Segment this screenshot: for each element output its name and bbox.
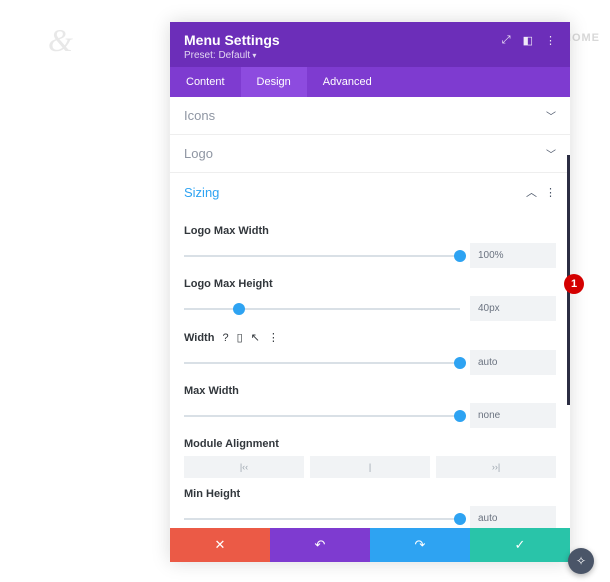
field-max-width: Max Width none	[184, 385, 556, 428]
value-logo-max-width[interactable]: 100%	[470, 243, 556, 268]
more-icon[interactable]: ⋮	[545, 34, 556, 47]
section-more-icon[interactable]: ⋮	[545, 186, 556, 199]
align-left-button[interactable]: |‹‹	[184, 456, 304, 478]
slider-width[interactable]	[184, 362, 460, 364]
settings-wrench-icon[interactable]: ✧	[568, 548, 594, 574]
field-min-height: Min Height auto	[184, 488, 556, 528]
label-width: Width ? ▯ ↖ ⋮	[184, 331, 556, 344]
value-min-height[interactable]: auto	[470, 506, 556, 528]
chevron-down-icon: ﹀	[546, 108, 556, 123]
slider-max-width[interactable]	[184, 415, 460, 417]
section-sizing[interactable]: Sizing ︿ ⋮	[170, 173, 570, 211]
slider-min-height[interactable]	[184, 518, 460, 520]
tab-content[interactable]: Content	[170, 67, 241, 97]
value-max-width[interactable]: none	[470, 403, 556, 428]
chevron-up-icon: ︿	[526, 184, 537, 200]
undo-button[interactable]: ↶	[270, 528, 370, 562]
slider-logo-max-height[interactable]	[184, 308, 460, 310]
tabs: Content Design Advanced	[170, 67, 570, 97]
hover-icon[interactable]: ↖	[251, 331, 260, 344]
label-max-width: Max Width	[184, 385, 556, 397]
section-title-sizing: Sizing	[184, 185, 219, 200]
tab-advanced[interactable]: Advanced	[307, 67, 388, 97]
align-center-button[interactable]: |	[310, 456, 430, 478]
modal-footer: ✕ ↶ ↷ ✓	[170, 528, 570, 562]
section-title-logo: Logo	[184, 146, 213, 161]
label-min-height: Min Height	[184, 488, 556, 500]
preset-dropdown[interactable]: Preset: Default	[184, 50, 280, 61]
help-icon[interactable]: ?	[222, 332, 228, 344]
redo-button[interactable]: ↷	[370, 528, 470, 562]
cancel-button[interactable]: ✕	[170, 528, 270, 562]
modal-body: Icons ﹀ Logo ﹀ Sizing ︿ ⋮ Logo Max Width…	[170, 97, 570, 528]
field-logo-max-height: Logo Max Height 40px	[184, 278, 556, 321]
expand-icon[interactable]: ⤢	[502, 34, 511, 47]
save-button[interactable]: ✓	[470, 528, 570, 562]
snap-icon[interactable]: ◧	[523, 34, 533, 47]
label-logo-max-height: Logo Max Height	[184, 278, 556, 290]
value-width[interactable]: auto	[470, 350, 556, 375]
section-title-icons: Icons	[184, 108, 215, 123]
sizing-panel: Logo Max Width 100% Logo Max Height 40px…	[170, 211, 570, 528]
align-right-button[interactable]: ››|	[436, 456, 556, 478]
label-module-alignment: Module Alignment	[184, 438, 556, 450]
tab-design[interactable]: Design	[241, 67, 307, 97]
annotation-badge: 1	[564, 274, 584, 294]
field-module-alignment: Module Alignment |‹‹ | ››|	[184, 438, 556, 478]
background-logo: &	[48, 22, 73, 59]
value-logo-max-height[interactable]: 40px	[470, 296, 556, 321]
menu-settings-modal: Menu Settings Preset: Default ⤢ ◧ ⋮ Cont…	[170, 22, 570, 562]
chevron-down-icon: ﹀	[546, 146, 556, 161]
section-logo[interactable]: Logo ﹀	[170, 135, 570, 173]
field-more-icon[interactable]: ⋮	[268, 331, 279, 344]
modal-title: Menu Settings	[184, 32, 280, 48]
slider-logo-max-width[interactable]	[184, 255, 460, 257]
field-width: Width ? ▯ ↖ ⋮ auto	[184, 331, 556, 375]
device-tablet-icon[interactable]: ▯	[237, 331, 243, 344]
section-icons[interactable]: Icons ﹀	[170, 97, 570, 135]
modal-header: Menu Settings Preset: Default ⤢ ◧ ⋮	[170, 22, 570, 67]
field-logo-max-width: Logo Max Width 100%	[184, 225, 556, 268]
label-logo-max-width: Logo Max Width	[184, 225, 556, 237]
